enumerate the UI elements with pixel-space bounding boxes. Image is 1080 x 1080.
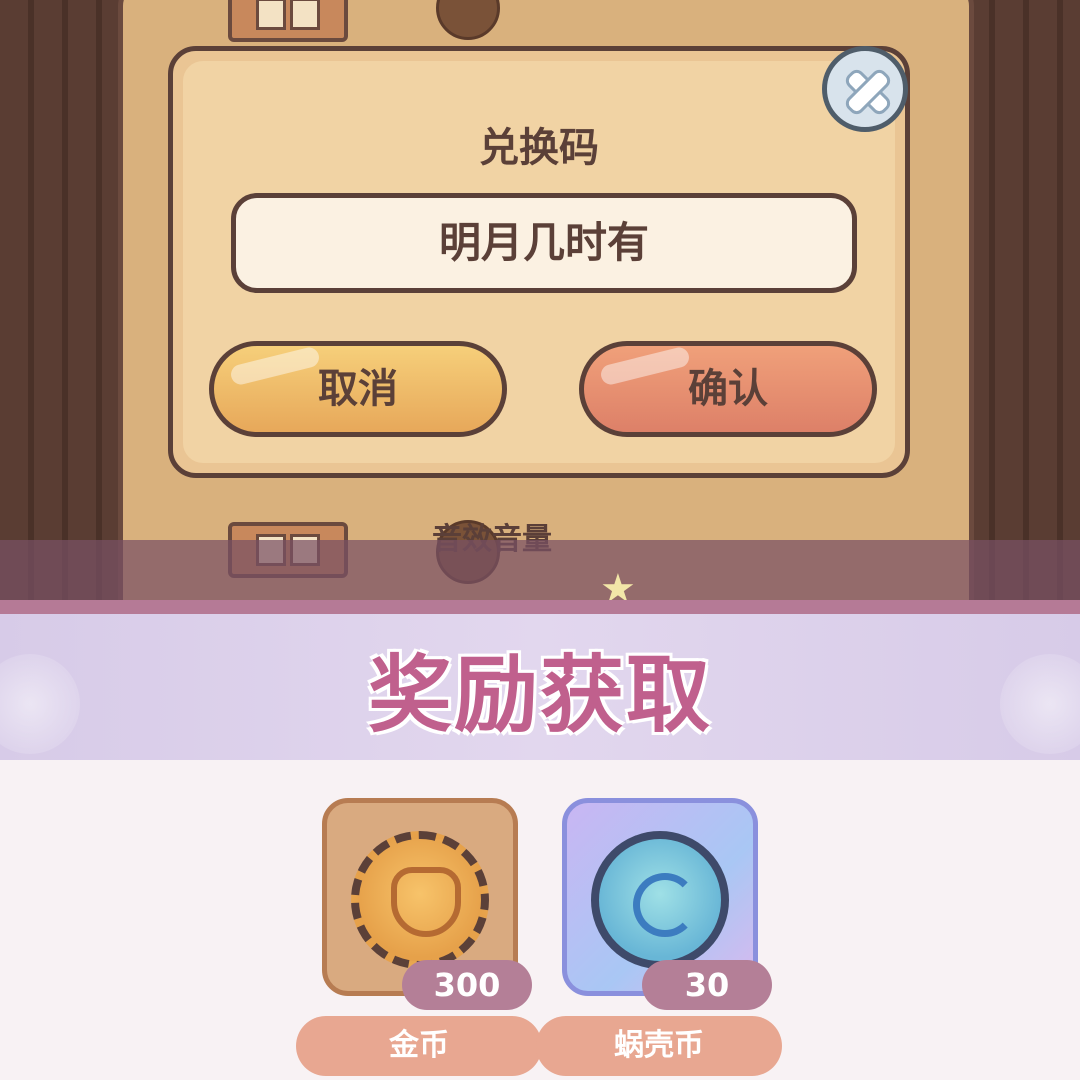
confirm-button[interactable]: 确认 [579,341,877,437]
star-icon: ★ [600,566,636,600]
dim-overlay [0,540,1080,600]
reward-count-badge: 30 [642,960,772,1010]
reward-name-label: 金币 [296,1016,542,1076]
reward-title: 奖励获取 [367,646,712,744]
cancel-button[interactable]: 取消 [209,341,507,437]
redeem-code-input[interactable]: 明月几时有 [231,193,857,293]
gold-coin-icon [351,831,489,969]
reward-panel: 奖励获取 300 金币 30 蜗壳币 [0,600,1080,1080]
dialog-title: 兑换码 [479,125,599,171]
reward-name-label: 蜗壳币 [536,1016,782,1076]
reward-panel-border [0,600,1080,614]
confirm-button-label: 确认 [688,366,768,412]
cancel-button-label: 取消 [318,366,398,412]
reward-item-shell-coin[interactable]: 30 蜗壳币 [536,798,782,1076]
close-icon[interactable] [822,46,908,132]
reward-count-badge: 300 [402,960,532,1010]
reward-banner: 奖励获取 [0,614,1080,760]
game-scene: 音效音量 兑换码 明月几时有 取消 确认 ★ [0,0,1080,600]
reward-item-gold[interactable]: 300 金币 [296,798,542,1076]
music-box-icon [228,0,348,42]
redeem-code-dialog: 兑换码 明月几时有 取消 确认 [168,46,910,478]
wooden-wall-left [0,0,125,600]
snail-shell-coin-icon [591,831,729,969]
